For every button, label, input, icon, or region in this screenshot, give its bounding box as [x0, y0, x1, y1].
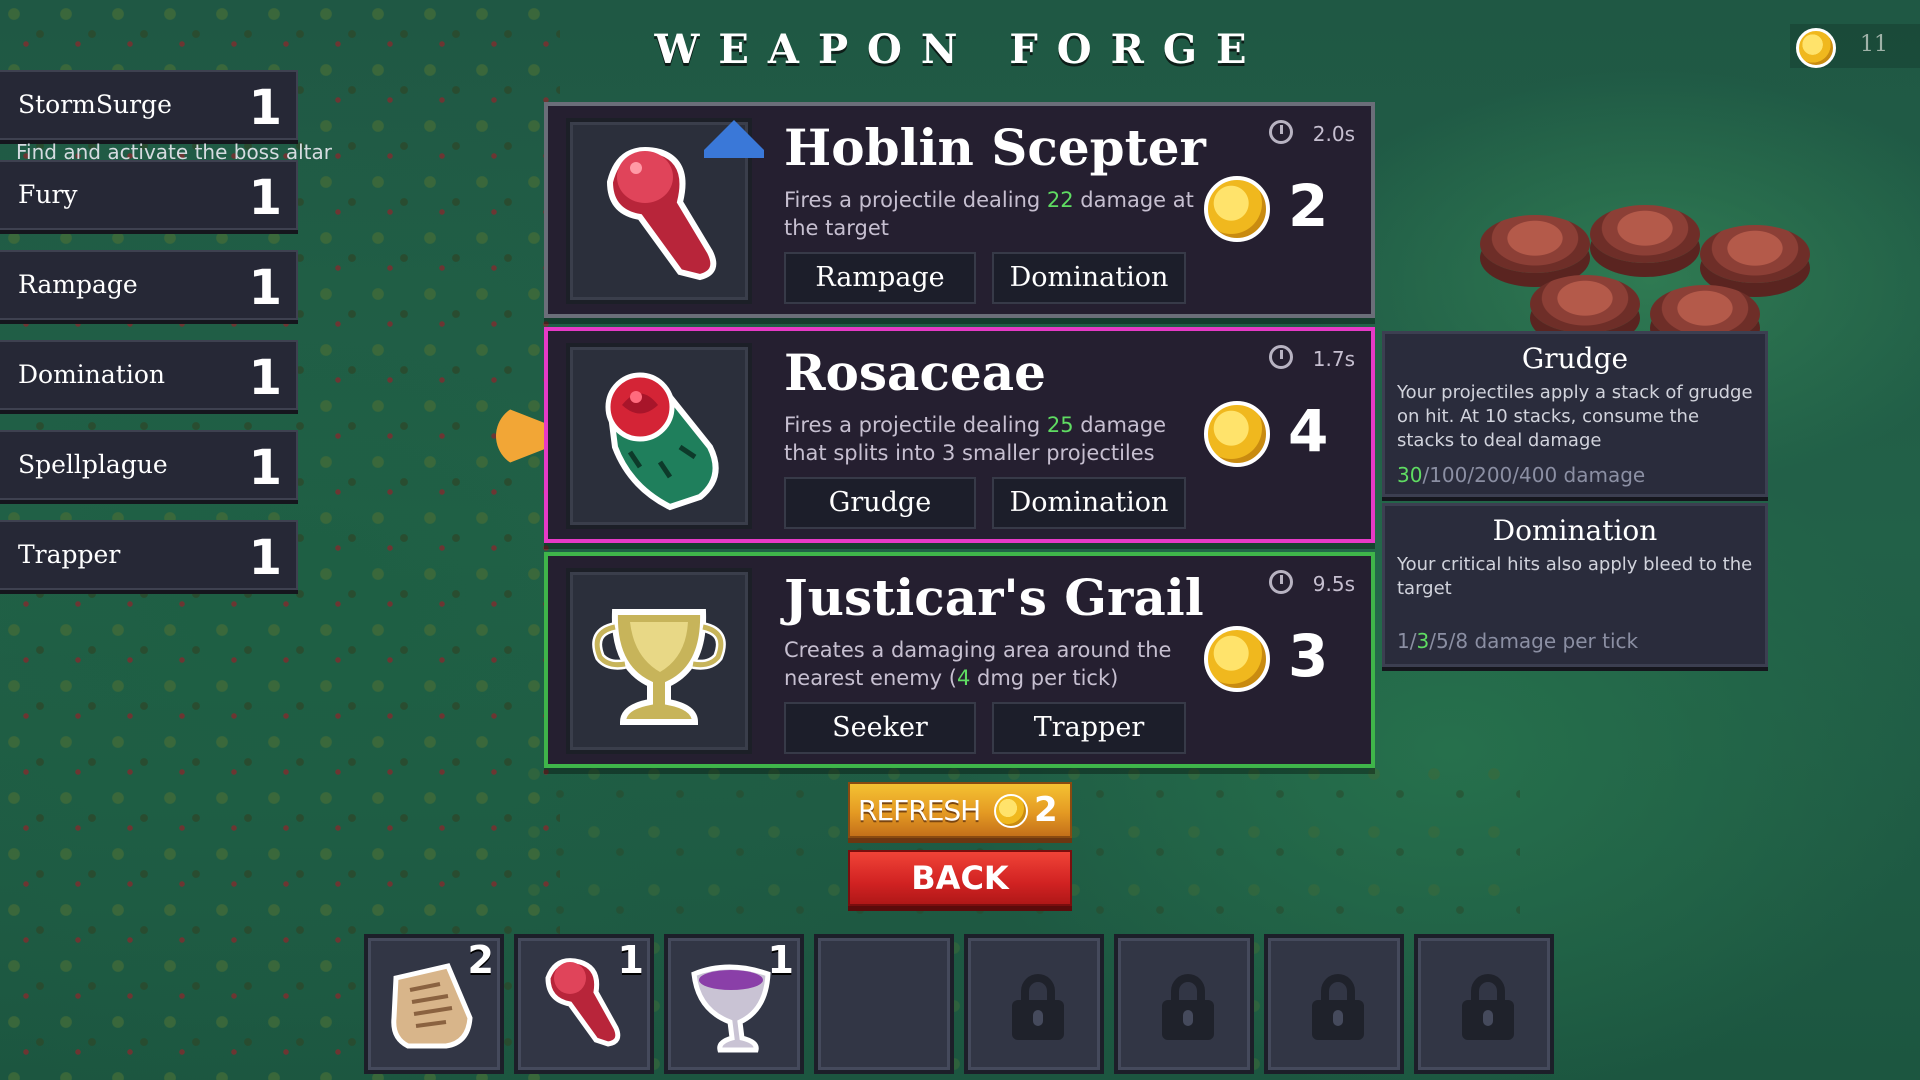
skill-level: 1	[248, 170, 282, 226]
inventory-slot-locked	[1264, 934, 1404, 1074]
rose-icon	[605, 372, 719, 511]
weapon-description: Fires a projectile dealing 22 damage at …	[784, 188, 1194, 240]
weapon-icon-box	[566, 568, 752, 754]
weapon-price: 2	[1288, 172, 1329, 240]
clock-icon	[1269, 570, 1293, 594]
lock-icon	[1312, 974, 1364, 1040]
cooldown-value: 2.0s	[1312, 122, 1355, 146]
grail-icon	[592, 609, 726, 725]
weapon-icon-box	[566, 343, 752, 529]
weapon-price: 4	[1288, 397, 1329, 465]
lock-icon	[1462, 974, 1514, 1040]
skill-name: Domination	[18, 360, 165, 389]
tooltip-domination: Domination Your critical hits also apply…	[1382, 503, 1768, 667]
weapon-name: Justicar's Grail	[784, 568, 1204, 627]
skill-row-stormsurge: StormSurge 1	[0, 70, 298, 140]
skill-name: Spellplague	[18, 450, 168, 479]
cooldown-value: 9.5s	[1312, 572, 1355, 596]
clock-icon	[1269, 345, 1293, 369]
weapon-card-justicars-grail[interactable]: Justicar's Grail Creates a damaging area…	[544, 552, 1375, 768]
quest-hint: Find and activate the boss altar	[16, 140, 333, 164]
tooltip-scaling: 30/100/200/400 damage	[1397, 463, 1646, 487]
tooltip-grudge: Grudge Your projectiles apply a stack of…	[1382, 331, 1768, 497]
inventory-slot-empty[interactable]	[814, 934, 954, 1074]
skill-name: Fury	[18, 180, 78, 209]
upgrade-arrow-icon	[704, 120, 764, 158]
item-quantity: 1	[767, 938, 794, 982]
coin-icon	[1204, 176, 1270, 242]
skill-level: 1	[248, 260, 282, 316]
inventory-slot-locked	[964, 934, 1104, 1074]
skill-level: 1	[248, 440, 282, 496]
refresh-label: REFRESH	[858, 794, 981, 827]
refresh-cost: 2	[1034, 790, 1058, 830]
coin-icon	[994, 794, 1028, 828]
weapon-description: Fires a projectile dealing 25 damage tha…	[784, 413, 1167, 465]
skill-level: 1	[248, 350, 282, 406]
item-quantity: 2	[467, 938, 494, 982]
tooltip-title: Domination	[1492, 514, 1658, 547]
skill-name: Trapper	[18, 540, 121, 569]
item-quantity: 1	[617, 938, 644, 982]
synergy-tag[interactable]: Trapper	[992, 702, 1186, 754]
weapon-card-rosaceae[interactable]: Rosaceae Fires a projectile dealing 25 d…	[544, 327, 1375, 543]
skill-row-domination: Domination 1	[0, 340, 298, 410]
synergy-tag[interactable]: Domination	[992, 252, 1186, 304]
refresh-button[interactable]: REFRESH 2	[848, 782, 1072, 838]
synergy-tag[interactable]: Seeker	[784, 702, 976, 754]
inventory-slot[interactable]: 2	[364, 934, 504, 1074]
inventory-slot[interactable]: 1	[664, 934, 804, 1074]
lock-icon	[1162, 974, 1214, 1040]
weapon-description: Creates a damaging area around the neare…	[784, 638, 1172, 690]
skill-level: 1	[248, 530, 282, 586]
skill-row-fury: Fury 1	[0, 160, 298, 230]
coin-icon	[1796, 28, 1836, 68]
tooltip-description: Your projectiles apply a stack of grudge…	[1397, 382, 1753, 451]
synergy-tag[interactable]: Grudge	[784, 477, 976, 529]
weapon-name: Rosaceae	[784, 343, 1046, 402]
skill-name: Rampage	[18, 270, 138, 299]
synergy-tag[interactable]: Rampage	[784, 252, 976, 304]
clock-icon	[1269, 120, 1293, 144]
cooldown-value: 1.7s	[1312, 347, 1355, 371]
synergy-tag[interactable]: Domination	[992, 477, 1186, 529]
lock-icon	[1012, 974, 1064, 1040]
weapon-name: Hoblin Scepter	[784, 118, 1206, 177]
page-title: WEAPON FORGE	[654, 26, 1266, 73]
skill-row-rampage: Rampage 1	[0, 250, 298, 320]
weapon-card-hoblin-scepter[interactable]: Hoblin Scepter Fires a projectile dealin…	[544, 102, 1375, 318]
inventory-slot-locked	[1114, 934, 1254, 1074]
tooltip-title: Grudge	[1521, 342, 1629, 375]
back-button[interactable]: BACK	[848, 850, 1072, 906]
gold-counter: 11	[1790, 24, 1920, 68]
tooltip-description: Your critical hits also apply bleed to t…	[1397, 554, 1753, 599]
skill-level: 1	[248, 80, 282, 136]
skill-name: StormSurge	[18, 90, 172, 119]
inventory-slot-locked	[1414, 934, 1554, 1074]
gold-count: 11	[1860, 32, 1888, 57]
skill-row-trapper: Trapper 1	[0, 520, 298, 590]
tooltip-scaling: 1/3/5/8 damage per tick	[1397, 629, 1639, 653]
weapon-price: 3	[1288, 622, 1329, 690]
coin-icon	[1204, 401, 1270, 467]
skill-row-spellplague: Spellplague 1	[0, 430, 298, 500]
coin-icon	[1204, 626, 1270, 692]
inventory-slot[interactable]: 1	[514, 934, 654, 1074]
